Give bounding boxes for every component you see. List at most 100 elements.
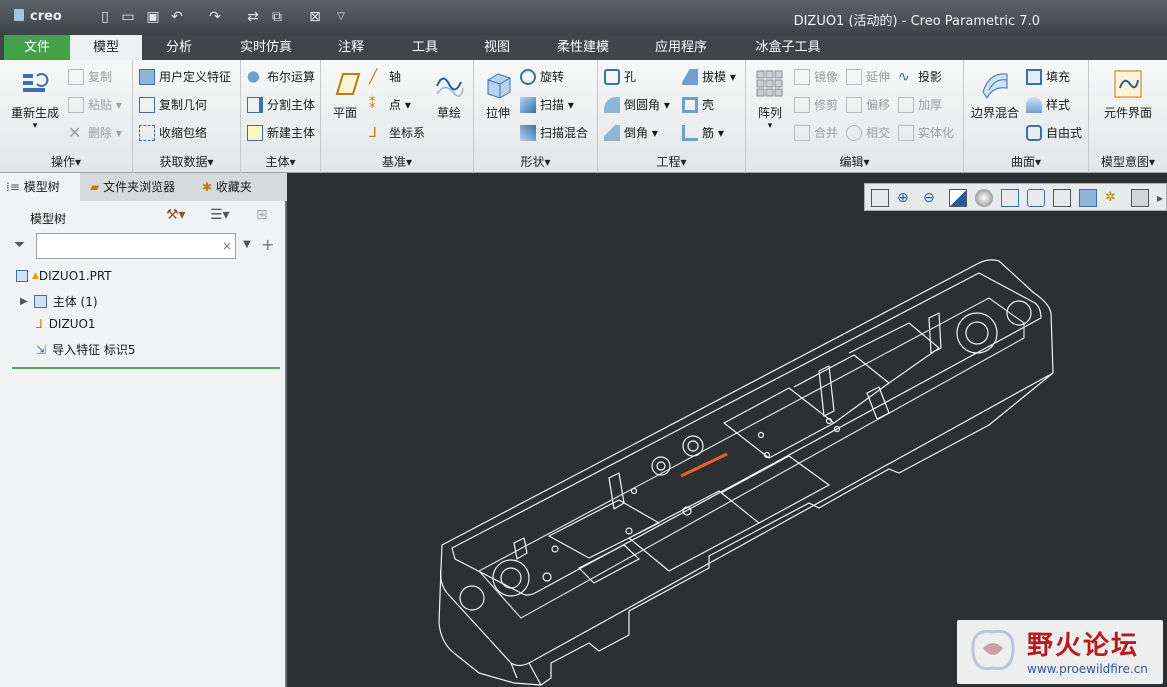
solidify-button[interactable]: 实体化	[898, 124, 954, 141]
group-label-get-data[interactable]: 获取数据▾	[133, 153, 240, 170]
sweep-icon	[520, 96, 536, 113]
tree-item-part[interactable]: ▲ DIZUO1.PRT	[16, 269, 112, 283]
tab-icebox-tools[interactable]: 冰盒子工具	[742, 35, 834, 60]
add-filter-icon[interactable]: +	[261, 235, 274, 254]
project-icon: ∿	[898, 68, 910, 85]
intersect-button[interactable]: 相交	[846, 124, 890, 141]
tab-view[interactable]: 视图	[468, 35, 526, 60]
shell-button[interactable]: 壳	[682, 96, 714, 113]
customize-icon[interactable]: ▽	[332, 8, 350, 26]
revolve-button[interactable]: 旋转	[520, 68, 564, 85]
group-label-body[interactable]: 主体▾	[241, 153, 320, 170]
tab-live-simulation[interactable]: 实时仿真	[228, 35, 304, 60]
regenerate-button[interactable]: 重新生成 ▾	[6, 68, 64, 131]
group-label-engineering[interactable]: 工程▾	[598, 153, 745, 170]
extend-icon	[846, 68, 862, 85]
tab-model-tree[interactable]: ⁞≡ 模型树	[0, 173, 80, 201]
component-interface-button[interactable]: 元件界面	[1095, 68, 1161, 121]
redo-icon[interactable]: ↷	[206, 8, 224, 26]
tab-file[interactable]: 文件	[4, 35, 70, 60]
group-label-surfaces[interactable]: 曲面▾	[964, 153, 1088, 170]
regenerate-icon[interactable]: ⇄	[244, 8, 262, 26]
windows-icon[interactable]: ⧉	[268, 8, 286, 26]
udf-button[interactable]: 用户定义特征	[139, 68, 231, 85]
offset-button[interactable]: 偏移	[846, 96, 890, 113]
thicken-button[interactable]: 加厚	[898, 96, 942, 113]
style-button[interactable]: 样式	[1026, 96, 1070, 113]
show-icon[interactable]: ☰▾	[210, 207, 230, 223]
open-icon[interactable]: ▭	[119, 8, 137, 26]
group-label-operations[interactable]: 操作▾	[0, 153, 132, 170]
tab-flexible-modeling[interactable]: 柔性建模	[544, 35, 622, 60]
pattern-button[interactable]: 阵列 ▾	[752, 68, 788, 131]
tab-annotate[interactable]: 注释	[322, 35, 380, 60]
boolean-button[interactable]: 布尔运算	[247, 68, 315, 85]
group-label-model-intent[interactable]: 模型意图▾	[1089, 153, 1167, 170]
shrinkwrap-button[interactable]: 收缩包络	[139, 124, 207, 141]
tree-search-input[interactable]	[36, 233, 236, 259]
tab-analysis[interactable]: 分析	[148, 35, 210, 60]
copy-button[interactable]: 复制	[68, 68, 112, 85]
mirror-button[interactable]: 镜像	[794, 68, 838, 85]
settings-icon[interactable]: ⚒▾	[166, 207, 186, 223]
tab-favorites[interactable]: ✱ 收藏夹	[196, 173, 276, 201]
group-label-datum[interactable]: 基准▾	[321, 153, 473, 170]
extend-button[interactable]: 延伸	[846, 68, 890, 85]
freestyle-button[interactable]: 自由式	[1026, 124, 1082, 141]
copy-geometry-button[interactable]: 复制几何	[139, 96, 207, 113]
sweep-button[interactable]: 扫描 ▾	[520, 96, 574, 113]
rib-button[interactable]: 筋 ▾	[682, 124, 724, 141]
new-icon[interactable]: ▯	[96, 8, 114, 26]
undo-icon[interactable]: ↶	[168, 8, 186, 26]
trim-button[interactable]: 修剪	[794, 96, 838, 113]
chamfer-button[interactable]: 倒角 ▾	[604, 124, 658, 141]
group-model-intent: 元件界面 模型意图▾	[1089, 60, 1167, 173]
group-editing: 阵列 ▾ 镜像 修剪 合并 延伸 偏移 相交 ∿ 投影 加厚 实体化 编辑▾	[746, 60, 964, 173]
round-button[interactable]: 倒圆角 ▾	[604, 96, 670, 113]
clear-search-icon[interactable]: ×	[222, 239, 232, 253]
group-label-editing[interactable]: 编辑▾	[746, 153, 963, 170]
group-label-shapes[interactable]: 形状▾	[474, 153, 597, 170]
tree-item-body[interactable]: ▶ 主体 (1)	[20, 293, 98, 310]
ribbon: 重新生成 ▾ 复制 粘贴 ▾ ✕ 删除 ▾ 操作▾ 用户定义特征 复制几何 收缩包络…	[0, 60, 1167, 173]
sketch-button[interactable]: 草绘	[429, 68, 469, 121]
graphics-viewport[interactable]: ⊕ ⊖ ✲ ▸ 野火论坛 www.proewildfire.cn	[289, 173, 1167, 687]
tab-tools[interactable]: 工具	[396, 35, 454, 60]
axis-button[interactable]: ╱ 轴	[369, 68, 401, 85]
search-dropdown-icon[interactable]: ▼	[243, 239, 251, 250]
tab-applications[interactable]: 应用程序	[642, 35, 720, 60]
part-icon	[16, 270, 28, 282]
csys-icon: ⅃	[369, 124, 377, 141]
merge-button[interactable]: 合并	[794, 124, 838, 141]
expand-icon[interactable]: ▶	[20, 296, 28, 307]
point-button[interactable]: ⁑ 点 ▾	[369, 96, 411, 113]
boundary-blend-icon	[982, 73, 1008, 99]
save-icon[interactable]: ▣	[144, 8, 162, 26]
tree-item-csys[interactable]: ⅃ DIZUO1	[36, 317, 96, 331]
sketch-icon	[436, 77, 464, 97]
csys-button[interactable]: ⅃ 坐标系	[369, 124, 425, 141]
project-button[interactable]: ∿ 投影	[898, 68, 942, 85]
extrude-button[interactable]: 拉伸	[480, 68, 516, 121]
group-get-data: 用户定义特征 复制几何 收缩包络 获取数据▾	[133, 60, 241, 173]
new-body-button[interactable]: 新建主体	[247, 124, 315, 141]
filter-tree-icon[interactable]: ⊞	[256, 207, 268, 223]
chamfer-icon	[604, 124, 620, 141]
paste-button[interactable]: 粘贴 ▾	[68, 96, 122, 113]
boundary-blend-button[interactable]: 边界混合	[968, 68, 1022, 121]
tab-folder-browser[interactable]: ▰ 文件夹浏览器	[84, 173, 192, 201]
revolve-icon	[520, 68, 536, 85]
close-window-icon[interactable]: ⊠	[306, 8, 324, 26]
plane-button[interactable]: 平面	[327, 68, 363, 121]
hole-button[interactable]: 孔	[604, 68, 636, 85]
fill-button[interactable]: 填充	[1026, 68, 1070, 85]
tab-model[interactable]: 模型	[70, 35, 142, 60]
delete-button[interactable]: ✕ 删除 ▾	[68, 124, 122, 141]
swept-blend-button[interactable]: 扫描混合	[520, 124, 588, 141]
tree-item-import-feature[interactable]: ⇲ 导入特征 标识5	[36, 341, 136, 358]
fill-icon	[1026, 68, 1042, 85]
draft-button[interactable]: 拔模 ▾	[682, 68, 736, 85]
folder-icon: ▰	[90, 180, 100, 194]
group-datum: 平面 ╱ 轴 ⁑ 点 ▾ ⅃ 坐标系 草绘 基准▾	[321, 60, 474, 173]
split-body-button[interactable]: 分割主体	[247, 96, 315, 113]
